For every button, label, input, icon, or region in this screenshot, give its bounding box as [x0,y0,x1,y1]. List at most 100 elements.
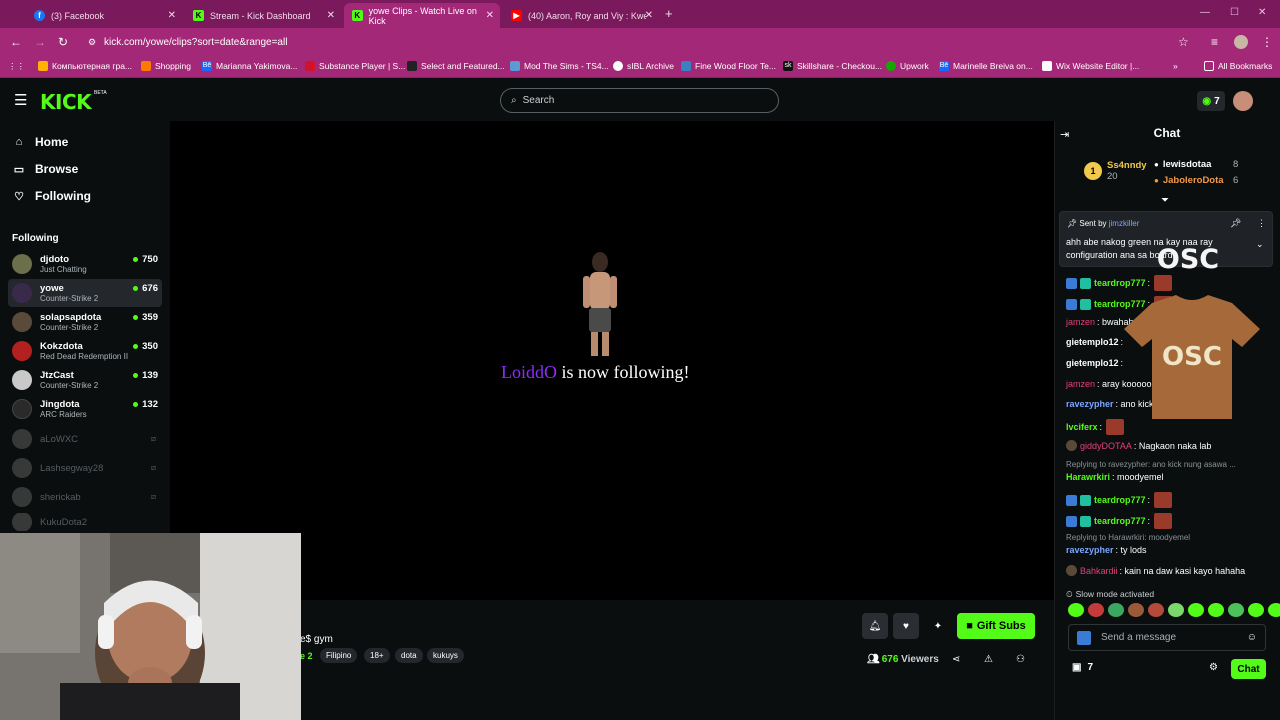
tab-facebook[interactable]: f (3) Facebook ✕ [26,3,182,28]
sidebar-channel-yowe[interactable]: yowe Counter-Strike 2 676 [8,279,162,307]
chat-message[interactable]: teardrop777: [1066,492,1173,508]
nav-following[interactable]: ♡ Following [12,189,91,203]
bookmark-item[interactable]: Mod The Sims - TS4... [510,61,609,71]
reload-icon[interactable]: ↻ [58,35,68,49]
close-icon[interactable]: ✕ [486,10,494,21]
emoji-icon[interactable]: ☺ [1247,632,1257,643]
top-gifter-3[interactable]: ● JaboleroDota 6 [1154,175,1238,186]
settings-gear-icon[interactable]: ⚙ [1209,662,1218,673]
close-icon[interactable]: ✕ [645,10,653,21]
chat-message[interactable]: gietemplo12: [1066,337,1123,347]
send-chat-button[interactable]: Chat [1231,659,1266,679]
tab-kick-dashboard[interactable]: K Stream - Kick Dashboard ✕ [185,3,341,28]
emote-icon[interactable] [1068,603,1084,617]
search-input[interactable]: ⌕ Search [500,88,779,113]
kick-logo[interactable]: KICK [40,90,92,114]
sidebar-channel-jtzcast[interactable]: JtzCast Counter-Strike 2 139 [8,366,162,394]
chat-message[interactable]: gietemplo12: [1066,358,1123,368]
bookmark-item[interactable]: Shopping [141,61,191,71]
sidebar-channel-kokzdota[interactable]: Kokzdota Red Dead Redemption II 350 [8,337,162,365]
more-options-icon[interactable]: ⋮ [1257,218,1266,229]
bookmark-item[interactable]: Wix Website Editor |... [1042,61,1139,71]
sidebar-channel-lashsegway28[interactable]: Lashsegway28 ⧄ [8,454,162,482]
emote-icon[interactable] [1208,603,1224,617]
gift-subs-button[interactable]: ■ Gift Subs [957,613,1035,639]
sidebar-channel-djdoto[interactable]: djdoto Just Chatting 750 [8,250,162,278]
tag-dota[interactable]: dota [395,648,423,663]
sidebar-channel-alowxc[interactable]: aLoWXC ⧄ [8,425,162,453]
bookmark-item[interactable]: sIBL Archive [613,61,674,71]
chat-message[interactable]: teardrop777: [1066,275,1173,291]
back-icon[interactable]: ← [10,35,22,49]
tab-yowe-clips[interactable]: K yowe Clips - Watch Live on Kick ✕ [344,3,500,28]
maximize-icon[interactable]: ☐ [1230,7,1239,18]
chat-message-input[interactable]: Send a message ☺ [1068,624,1266,651]
sidebar-channel-sherickab[interactable]: sherickab ⧄ [8,483,162,511]
sidebar-channel-jingdota[interactable]: Jingdota ARC Raiders 132 [8,395,162,423]
badge-selector-icon[interactable] [1077,630,1091,645]
bookmark-item[interactable]: sk Skillshare - Checkou... [783,61,882,71]
chat-message[interactable]: teardrop777: [1066,513,1173,529]
apps-icon[interactable]: ⋮⋮ [8,61,25,72]
emote-icon[interactable] [1148,603,1164,617]
chat-points[interactable]: ▣ 7 [1072,662,1093,673]
window-close-icon[interactable]: ✕ [1258,7,1266,18]
points-badge[interactable]: ◉ 7 [1197,91,1225,111]
expand-leaderboard-icon[interactable]: ⏷ [1161,195,1169,206]
bookmark-item[interactable]: Bē Marianna Yakimova... [202,61,297,71]
emote-icon[interactable] [1108,603,1124,617]
unpin-icon[interactable]: 📌︎ [1230,218,1241,229]
bookmark-item[interactable]: Select and Featured... [407,61,505,71]
emote-icon[interactable] [1088,603,1104,617]
site-info-icon[interactable]: ⚙ [88,37,96,48]
menu-icon[interactable]: ⋮ [1261,35,1273,49]
tag-filipino[interactable]: Filipino [320,648,358,663]
chat-message[interactable]: lvciferx: [1066,419,1125,435]
sparkle-button[interactable]: ✦ [925,613,951,639]
chat-message[interactable]: Harawrkiri: moodyemel [1066,472,1164,482]
media-icon[interactable]: ≡ [1211,35,1218,49]
close-icon[interactable]: ✕ [168,10,176,21]
bookmark-item[interactable]: Компьютерная гра... [38,61,132,71]
forward-icon[interactable]: → [34,35,46,49]
top-gifter-2[interactable]: ● lewisdotaa 8 [1154,159,1238,170]
emote-icon[interactable] [1228,603,1244,617]
bookmark-item[interactable]: Fine Wood Floor Te... [681,61,776,71]
top-gifter-1[interactable]: 1 Ss4nndy 20 [1084,160,1147,182]
chevron-down-icon[interactable]: ⌄ [1256,239,1264,250]
nav-browse[interactable]: ▭ Browse [12,162,79,176]
all-bookmarks[interactable]: All Bookmarks [1204,61,1272,71]
bookmark-item[interactable]: Upwork [886,61,929,71]
new-tab-button[interactable]: + [665,6,673,21]
chat-message[interactable]: Bahkardii: kain na daw kasi kayo hahaha [1066,565,1245,576]
profile-avatar[interactable] [1234,35,1248,49]
url-field[interactable]: ⚙ kick.com/yowe/clips?sort=date&range=al… [84,31,1194,53]
close-icon[interactable]: ✕ [327,10,335,21]
emote-icon[interactable] [1188,603,1204,617]
chat-message[interactable]: ravezypher: ty lods [1066,545,1147,555]
minimize-icon[interactable]: — [1200,7,1210,18]
add-user-icon[interactable]: ⚇ [1016,654,1025,665]
tag-18plus[interactable]: 18+ [364,648,390,663]
tag-kukuys[interactable]: kukuys [427,648,464,663]
emote-icon[interactable] [1168,603,1184,617]
stream-category[interactable]: e 2 [300,651,313,661]
chat-message[interactable]: giddyDOTAA: Nagkaon naka lab [1066,440,1211,451]
sidebar-channel-kukudota2[interactable]: KukuDota2 [8,513,162,531]
more-bookmarks-icon[interactable]: » [1173,61,1178,71]
tab-youtube[interactable]: ▶ (40) Aaron, Roy and Viy : Kwent ✕ [503,3,659,28]
bookmark-star-icon[interactable]: ☆ [1178,35,1189,49]
notification-button[interactable]: 🔔︎ [862,613,888,639]
emote-icon[interactable] [1128,603,1144,617]
emote-icon[interactable] [1248,603,1264,617]
share-icon[interactable]: ⋖ [952,654,960,665]
follow-button[interactable]: ♥ [893,613,919,639]
emote-icon[interactable] [1268,603,1280,617]
report-icon[interactable]: ⚠ [984,654,993,665]
bookmark-item[interactable]: Bē Marinelle Breiva on... [939,61,1033,71]
bookmark-item[interactable]: Substance Player | S... [305,61,405,71]
sidebar-channel-solapsapdota[interactable]: solapsapdota Counter-Strike 2 359 [8,308,162,336]
hamburger-icon[interactable]: ☰ [14,91,27,109]
video-player[interactable] [170,121,1054,600]
nav-home[interactable]: ⌂ Home [12,135,69,149]
